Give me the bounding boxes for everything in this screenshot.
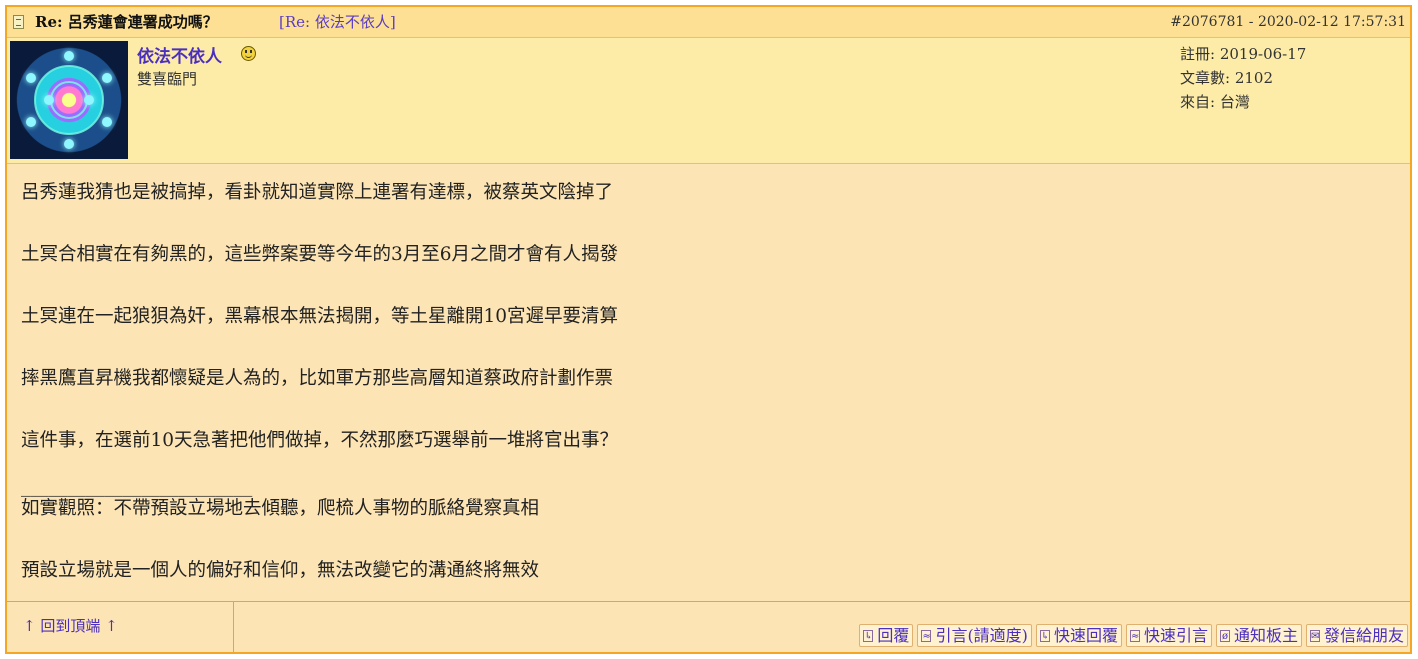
post-actions: ↳ 回覆 ≈ 引言(請適度) ↳ 快速回覆 ≈ 快速引言 ø 通知板主 ✉ 發信…	[859, 624, 1408, 647]
avatar	[10, 41, 128, 159]
back-to-top-link[interactable]: ↑ 回到頂端 ↑	[23, 615, 118, 636]
post-count: 文章數: 2102	[1180, 69, 1273, 87]
author-location: 來自: 台灣	[1180, 93, 1250, 111]
forum-post: Re: 呂秀蓮會連署成功嗎？ [Re: 依法不依人] #2076781 - 20…	[5, 5, 1412, 654]
author-block: 依法不依人 雙喜臨門 註冊: 2019-06-17 文章數: 2102 來自: …	[7, 38, 1410, 164]
mail-icon: ✉	[1309, 629, 1320, 642]
post-body: 呂秀蓮我猜也是被搞掉，看卦就知道實際上連署有達標，被蔡英文陰掉了 土冥合相實在有…	[7, 164, 1410, 604]
notify-icon: ø	[1219, 629, 1230, 642]
author-title: 雙喜臨門	[137, 70, 198, 88]
notify-moderator-button[interactable]: ø 通知板主	[1215, 624, 1302, 647]
quick-reply-button[interactable]: ↳ 快速回覆	[1035, 624, 1122, 647]
registered-date: 註冊: 2019-06-17	[1180, 45, 1307, 63]
post-datetime: - 2020-02-12 17:57:31	[1248, 14, 1406, 30]
quote-button[interactable]: ≈ 引言(請適度)	[917, 624, 1032, 647]
signature-separator: _________________________	[21, 476, 253, 497]
quick-quote-button[interactable]: ≈ 快速引言	[1125, 624, 1212, 647]
email-friend-button[interactable]: ✉ 發信給朋友	[1305, 624, 1408, 647]
signature-line: 預設立場就是一個人的偏好和信仰，無法改變它的溝通終將無效	[21, 560, 540, 581]
quick-reply-icon: ↳	[1039, 629, 1050, 642]
reply-button[interactable]: ↳ 回覆	[859, 624, 914, 647]
signature-line: 如實觀照：不帶預設立場地去傾聽，爬梳人事物的脈絡覺察真相	[21, 498, 540, 519]
body-line: 摔黑鷹直昇機我都懷疑是人為的，比如軍方那些高層知道蔡政府計劃作票	[21, 368, 614, 389]
post-meta: #2076781 - 2020-02-12 17:57:31	[1170, 7, 1406, 37]
notify-label: 通知板主	[1233, 626, 1298, 645]
post-title-bar: Re: 呂秀蓮會連署成功嗎？ [Re: 依法不依人] #2076781 - 20…	[7, 7, 1410, 38]
quick-reply-label: 快速回覆	[1053, 626, 1118, 645]
body-line: 呂秀蓮我猜也是被搞掉，看卦就知道實際上連署有達標，被蔡英文陰掉了	[21, 182, 614, 203]
document-icon	[13, 15, 24, 29]
author-stats: 註冊: 2019-06-17 文章數: 2102 來自: 台灣	[1180, 42, 1306, 114]
smile-icon	[241, 46, 256, 61]
body-line: 土冥合相實在有夠黑的，這些弊案要等今年的3月至6月之間才會有人揭發	[21, 244, 619, 265]
author-name[interactable]: 依法不依人	[137, 42, 222, 67]
quote-label: 引言(請適度)	[935, 626, 1028, 645]
reply-icon: ↳	[863, 629, 874, 642]
reply-label: 回覆	[877, 626, 910, 645]
quote-icon: ≈	[921, 629, 932, 642]
post-subject: Re: 呂秀蓮會連署成功嗎？	[35, 13, 218, 31]
footer-left-cell: ↑ 回到頂端 ↑	[7, 602, 234, 652]
quick-quote-icon: ≈	[1129, 629, 1140, 642]
body-line: 土冥連在一起狼狽為奸，黑幕根本無法揭開，等土星離開10宮遲早要清算	[21, 306, 619, 327]
email-friend-label: 發信給朋友	[1323, 626, 1404, 645]
quick-quote-label: 快速引言	[1143, 626, 1208, 645]
post-footer: ↑ 回到頂端 ↑ ↳ 回覆 ≈ 引言(請適度) ↳ 快速回覆 ≈ 快速引言 ø …	[7, 601, 1410, 652]
post-id[interactable]: #2076781	[1170, 14, 1244, 30]
reply-to-link[interactable]: [Re: 依法不依人]	[279, 7, 396, 37]
